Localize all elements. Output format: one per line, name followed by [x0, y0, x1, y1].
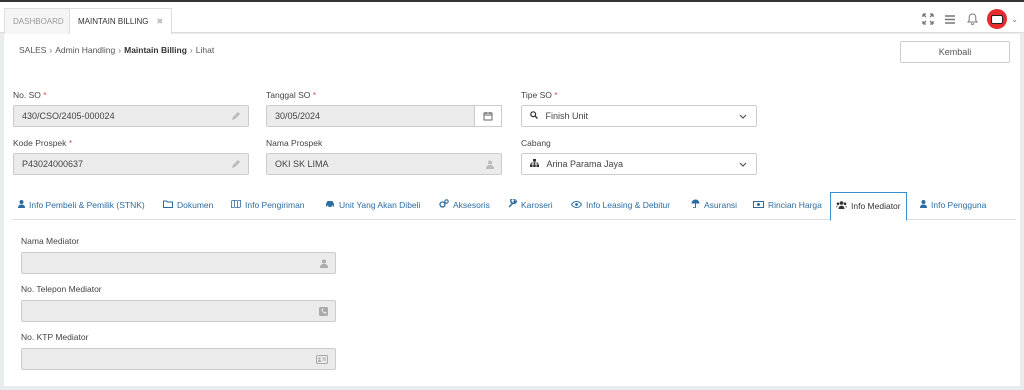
tab-label: Info Pengiriman	[245, 200, 305, 210]
avatar[interactable]	[987, 9, 1008, 29]
tab-label: Info Pengguna	[931, 200, 987, 210]
eye-icon	[570, 200, 583, 210]
chevron-right-icon: ›	[49, 45, 53, 55]
chevron-down-icon[interactable]: ⌄	[1011, 15, 1018, 24]
tab-label: Karoseri	[521, 200, 553, 210]
nama-prospek-value: OKI SK LIMA	[275, 159, 329, 169]
tab-label: DASHBOARD	[13, 17, 64, 26]
tab-info-pengguna[interactable]: Info Pengguna	[920, 192, 986, 220]
menu-icon[interactable]	[943, 12, 957, 26]
breadcrumb-maintain-billing[interactable]: Maintain Billing	[124, 45, 187, 55]
info-tabs: Info Pembeli & Pemilik (STNK) Dokumen In…	[12, 192, 1016, 221]
kode-prospek-label: Kode Prospek *	[13, 138, 73, 148]
tab-label: Info Pembeli & Pemilik (STNK)	[29, 200, 145, 210]
wrench-icon	[508, 197, 518, 210]
top-icons: ⌄	[921, 8, 1018, 30]
avatar-image	[991, 14, 1004, 24]
nama-mediator-field[interactable]	[21, 252, 336, 274]
tab-label: Dokumen	[177, 200, 214, 210]
chevron-right-icon: ›	[189, 45, 193, 55]
no-so-label: No. SO *	[13, 90, 47, 100]
chevron-down-icon	[739, 154, 747, 174]
tab-label: Unit Yang Akan Dibeli	[339, 200, 421, 210]
pencil-icon	[231, 154, 241, 174]
money-icon	[753, 201, 764, 210]
kode-prospek-field[interactable]: P43024000637	[13, 153, 249, 175]
nama-prospek-label: Nama Prospek	[266, 138, 323, 148]
no-telepon-mediator-label: No. Telepon Mediator	[21, 284, 102, 294]
cabang-value: Arina Parama Jaya	[546, 159, 624, 169]
id-card-icon	[316, 349, 328, 369]
sitemap-icon	[530, 159, 542, 169]
tanggal-so-label: Tanggal SO *	[266, 90, 317, 100]
tab-unit-yang-akan-dibeli[interactable]: Unit Yang Akan Dibeli	[325, 192, 420, 220]
no-ktp-mediator-label: No. KTP Mediator	[21, 332, 89, 342]
umbrella-icon	[691, 199, 700, 210]
tab-label: Info Leasing & Debitur	[586, 200, 671, 210]
nama-mediator-label: Nama Mediator	[21, 236, 80, 246]
tanggal-so-field[interactable]: 30/05/2024	[266, 105, 502, 127]
user-icon	[320, 253, 328, 273]
search-icon	[530, 111, 541, 121]
user-icon	[18, 200, 25, 210]
breadcrumb: SALES › Admin Handling › Maintain Billing › Li…	[19, 45, 214, 55]
no-so-field[interactable]: 430/CSO/2405-000024	[13, 105, 249, 127]
tab-info-pembeli[interactable]: Info Pembeli & Pemilik (STNK)	[18, 192, 145, 220]
user-icon	[920, 200, 927, 210]
tab-label: Info Mediator	[851, 201, 901, 211]
close-icon[interactable]: ✖	[157, 17, 164, 26]
chevron-down-icon	[739, 106, 747, 126]
map-icon	[231, 199, 241, 210]
users-icon	[836, 201, 847, 211]
breadcrumb-admin-handling[interactable]: Admin Handling	[55, 45, 115, 55]
tab-info-leasing[interactable]: Info Leasing & Debitur	[570, 192, 671, 220]
cabang-label: Cabang	[521, 138, 551, 148]
breadcrumb-lihat: Lihat	[195, 45, 215, 55]
user-icon	[486, 154, 494, 174]
tanggal-so-value: 30/05/2024	[275, 111, 321, 121]
calendar-icon[interactable]	[474, 105, 502, 127]
bell-icon[interactable]	[965, 12, 979, 26]
tab-label: MAINTAIN BILLING	[78, 17, 149, 26]
kembali-button[interactable]: Kembali	[900, 41, 1010, 63]
phone-icon	[319, 301, 328, 321]
tab-maintain-billing[interactable]: MAINTAIN BILLING ✖	[69, 8, 173, 36]
car-icon	[325, 201, 335, 210]
pencil-icon	[231, 106, 241, 126]
tab-label: Aksesoris	[453, 200, 490, 210]
tab-karoseri[interactable]: Karoseri	[508, 192, 553, 220]
no-so-value: 430/CSO/2405-000024	[22, 111, 115, 121]
tab-dokumen[interactable]: Dokumen	[163, 192, 213, 220]
tipe-so-value: Finish Unit	[545, 111, 589, 121]
breadcrumb-sales[interactable]: SALES	[19, 45, 46, 55]
folder-icon	[163, 200, 173, 210]
nama-prospek-field[interactable]: OKI SK LIMA	[266, 153, 502, 175]
no-ktp-mediator-field[interactable]	[21, 348, 336, 370]
top-bar: DASHBOARD MAINTAIN BILLING ✖ ⌄	[0, 0, 1024, 36]
kode-prospek-value: P43024000637	[22, 159, 84, 169]
tab-rincian-harga[interactable]: Rincian Harga	[753, 192, 822, 220]
tab-dashboard[interactable]: DASHBOARD	[4, 8, 73, 35]
chevron-right-icon: ›	[118, 45, 122, 55]
main-panel: SALES › Admin Handling › Maintain Billing › Li…	[4, 34, 1020, 386]
tipe-so-label: Tipe SO *	[521, 90, 558, 100]
tipe-so-select[interactable]: Finish Unit	[521, 105, 757, 127]
cabang-select[interactable]: Arina Parama Jaya	[521, 153, 757, 175]
tab-asuransi[interactable]: Asuransi	[691, 192, 737, 220]
tab-info-mediator[interactable]: Info Mediator	[830, 192, 907, 221]
tab-label: Rincian Harga	[768, 200, 822, 210]
tab-label: Asuransi	[704, 200, 738, 210]
tab-info-pengiriman[interactable]: Info Pengiriman	[231, 192, 305, 220]
no-telepon-mediator-field[interactable]	[21, 300, 336, 322]
gears-icon	[439, 199, 449, 210]
expand-icon[interactable]	[921, 12, 935, 26]
tab-aksesoris[interactable]: Aksesoris	[439, 192, 490, 220]
